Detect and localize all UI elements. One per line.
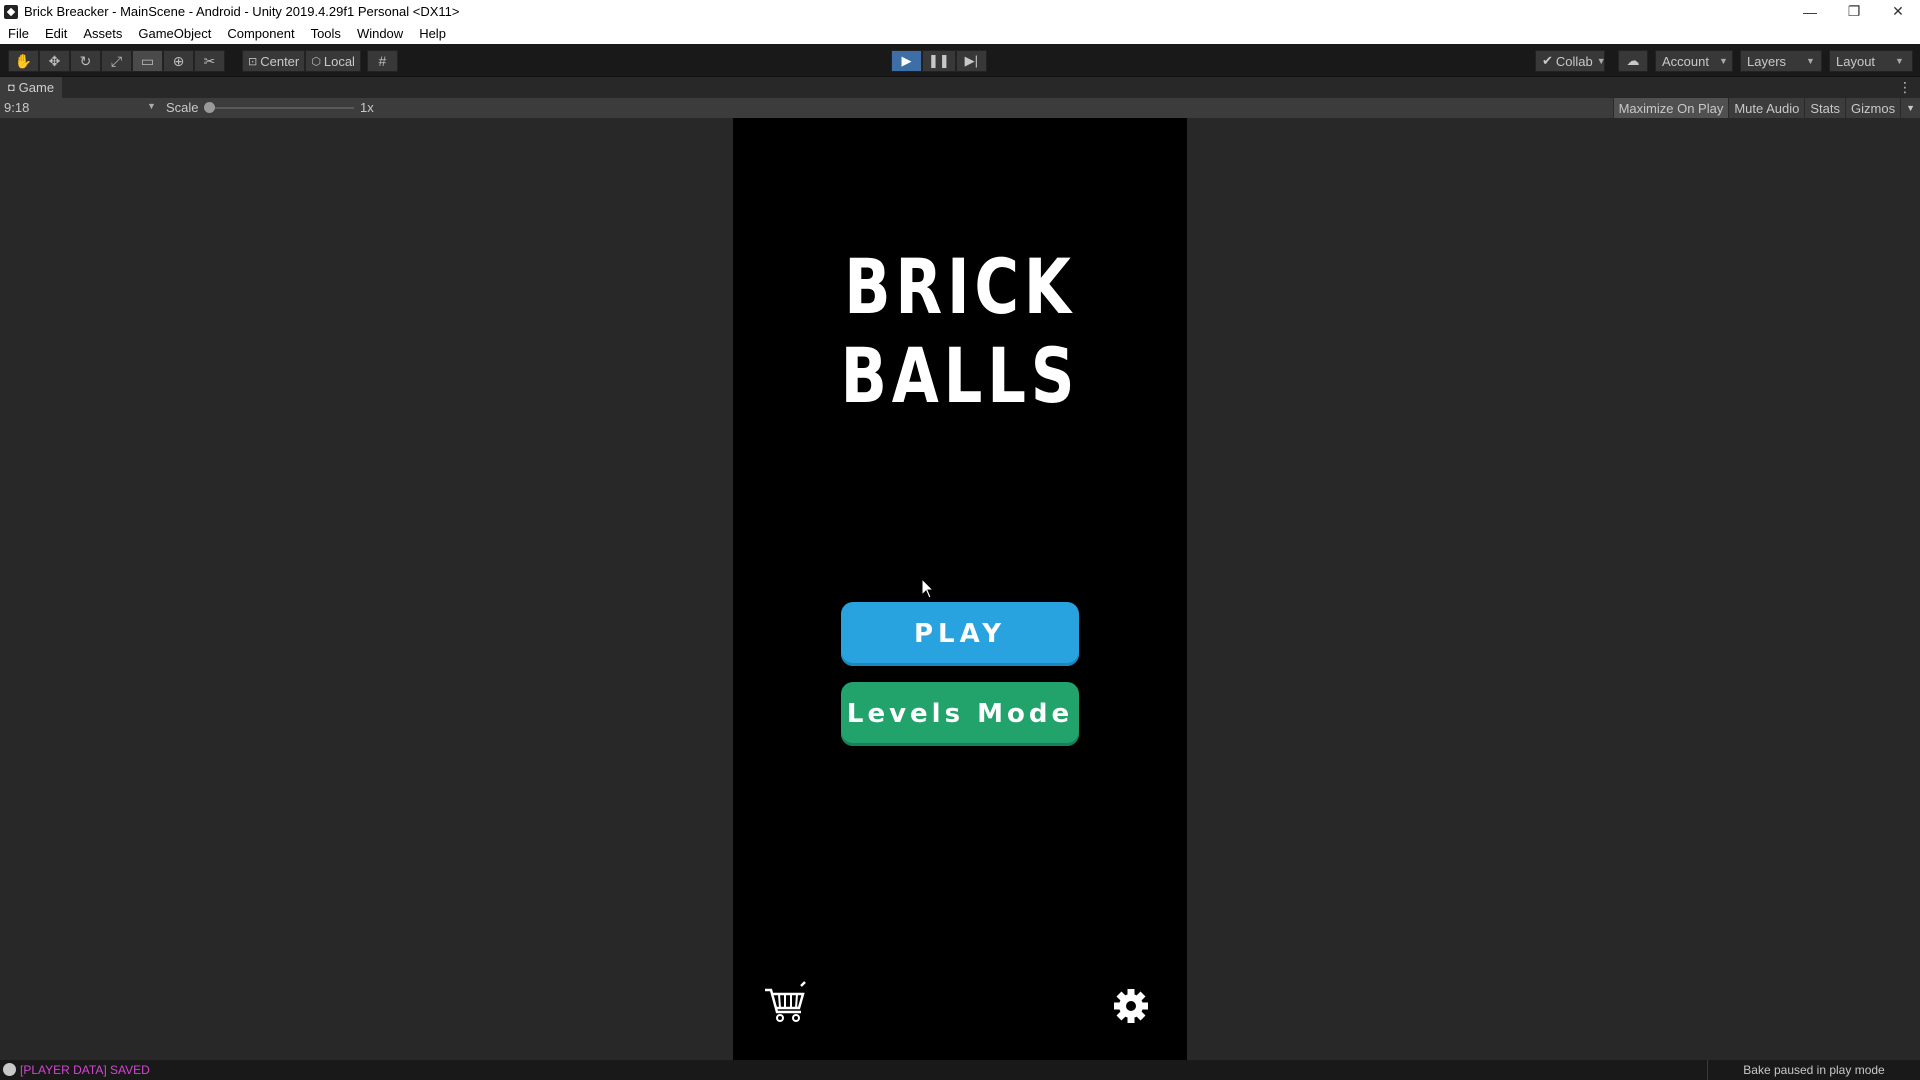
title-bar: Brick Breacker - MainScene - Android - U… — [0, 0, 1920, 23]
grid-icon: # — [378, 53, 387, 69]
scale-slider-handle[interactable] — [204, 102, 215, 113]
playback-controls: ▶ ❚❚ ▶| — [891, 50, 987, 72]
levels-mode-button[interactable]: Levels Mode — [841, 682, 1079, 746]
step-icon: ▶| — [964, 53, 978, 68]
account-dropdown[interactable]: Account ▼ — [1655, 50, 1733, 72]
menu-bar: File Edit Assets GameObject Component To… — [0, 23, 1920, 44]
collab-label: Collab — [1555, 53, 1593, 69]
tab-game-label: Game — [18, 80, 55, 95]
pivot-local-button[interactable]: ⬡ Local — [305, 50, 361, 72]
hand-icon: ✋ — [14, 52, 33, 69]
close-button[interactable]: ✕ — [1876, 0, 1920, 23]
rect-tool-button[interactable]: ▭ — [132, 50, 163, 72]
step-button[interactable]: ▶| — [955, 50, 987, 72]
move-icon: ✥ — [48, 52, 61, 69]
pivot-mode-label: Center — [260, 53, 300, 69]
play-button[interactable]: ▶ — [891, 50, 922, 72]
rotate-icon: ↻ — [79, 52, 92, 69]
mouse-cursor-icon — [921, 578, 935, 599]
transform-tools: ✋ ✥ ↻ ⤢ ▭ ⊕ ✂ — [8, 50, 225, 72]
stats-button[interactable]: Stats — [1804, 98, 1845, 118]
game-view-options: Maximize On Play Mute Audio Stats Gizmos… — [1612, 98, 1920, 118]
settings-gear-icon[interactable] — [1113, 988, 1149, 1024]
cloud-icon: ☁ — [1626, 53, 1640, 68]
game-tab-bar: ◘ Game ⋮ — [0, 77, 1920, 98]
chevron-down-icon[interactable]: ▼ — [147, 101, 156, 111]
menu-help[interactable]: Help — [411, 23, 454, 44]
window-controls: — ❐ ✕ — [1788, 0, 1920, 23]
collab-dropdown[interactable]: ✔ Collab ▼ — [1535, 50, 1606, 72]
info-icon — [3, 1063, 16, 1076]
layers-label: Layers — [1747, 53, 1787, 69]
rect-icon: ▭ — [140, 52, 155, 69]
main-toolbar: ✋ ✥ ↻ ⤢ ▭ ⊕ ✂ ⊡ Center ⬡ Local # ▶ ❚❚ ▶| ✔… — [0, 44, 1920, 77]
custom-tool-icon: ✂ — [203, 52, 216, 69]
layers-dropdown[interactable]: Layers ▼ — [1740, 50, 1822, 72]
menu-edit[interactable]: Edit — [37, 23, 75, 44]
pivot-icon: ⊡ — [248, 55, 258, 68]
check-icon: ✔ — [1542, 53, 1553, 68]
rotate-tool-button[interactable]: ↻ — [70, 50, 101, 72]
custom-tool-button[interactable]: ✂ — [194, 50, 225, 72]
play-icon: ▶ — [901, 53, 912, 68]
unity-icon — [4, 4, 18, 19]
chevron-down-icon: ▼ — [1806, 56, 1815, 66]
game-title: BRICK BALLS — [840, 242, 1080, 420]
window-title: Brick Breacker - MainScene - Android - U… — [24, 4, 460, 19]
transform-icon: ⊕ — [172, 52, 185, 69]
more-options-icon[interactable]: ⋮ — [1898, 79, 1912, 96]
chevron-down-icon: ▼ — [1906, 103, 1915, 113]
local-icon: ⬡ — [311, 55, 321, 68]
pivot-controls: ⊡ Center ⬡ Local # — [242, 50, 398, 72]
account-label: Account — [1662, 53, 1709, 69]
pivot-center-button[interactable]: ⊡ Center — [242, 50, 306, 72]
tab-game[interactable]: ◘ Game — [0, 77, 63, 98]
maximize-on-play-button[interactable]: Maximize On Play — [1612, 98, 1729, 118]
game-view: BRICK BALLS PLAY Levels Mode — [0, 118, 1920, 1060]
layout-dropdown[interactable]: Layout ▼ — [1829, 50, 1913, 72]
gizmos-button[interactable]: Gizmos — [1845, 98, 1900, 118]
chevron-down-icon: ▼ — [1718, 56, 1728, 66]
shopping-cart-icon[interactable] — [763, 980, 807, 1024]
move-tool-button[interactable]: ✥ — [39, 50, 70, 72]
chevron-down-icon: ▼ — [1895, 56, 1904, 66]
pause-button[interactable]: ❚❚ — [922, 50, 956, 72]
gamepad-icon: ◘ — [8, 81, 15, 94]
console-log-message[interactable]: [PLAYER DATA] SAVED — [20, 1063, 150, 1077]
pause-icon: ❚❚ — [928, 53, 950, 68]
game-control-bar: 9:18 ▼ Scale 1x Maximize On Play Mute Au… — [0, 98, 1920, 118]
play-game-button[interactable]: PLAY — [841, 602, 1079, 666]
gizmos-dropdown[interactable]: ▼ — [1900, 98, 1920, 118]
scale-label: Scale — [166, 100, 199, 115]
menu-window[interactable]: Window — [349, 23, 411, 44]
game-screen[interactable]: BRICK BALLS PLAY Levels Mode — [733, 118, 1187, 1060]
hand-tool-button[interactable]: ✋ — [8, 50, 39, 72]
aspect-dropdown[interactable]: 9:18 — [4, 100, 29, 115]
grid-snap-button[interactable]: # — [366, 50, 398, 72]
menu-gameobject[interactable]: GameObject — [130, 23, 219, 44]
minimize-button[interactable]: — — [1788, 0, 1832, 23]
menu-file[interactable]: File — [0, 23, 37, 44]
scale-slider[interactable] — [209, 107, 354, 109]
restore-button[interactable]: ❐ — [1832, 0, 1876, 23]
menu-tools[interactable]: Tools — [303, 23, 349, 44]
scale-value: 1x — [360, 100, 374, 115]
transform-tool-button[interactable]: ⊕ — [163, 50, 194, 72]
chevron-down-icon: ▼ — [1596, 56, 1606, 66]
layout-label: Layout — [1836, 53, 1876, 69]
status-bar: [PLAYER DATA] SAVED Bake paused in play … — [0, 1060, 1920, 1080]
mute-audio-button[interactable]: Mute Audio — [1728, 98, 1804, 118]
menu-assets[interactable]: Assets — [75, 23, 130, 44]
cloud-button[interactable]: ☁ — [1618, 50, 1648, 72]
bake-status: Bake paused in play mode — [1707, 1060, 1920, 1080]
scale-icon: ⤢ — [110, 52, 123, 69]
pivot-rotation-label: Local — [323, 53, 355, 69]
scale-tool-button[interactable]: ⤢ — [101, 50, 132, 72]
unity-editor-window: Brick Breacker - MainScene - Android - U… — [0, 0, 1920, 1080]
menu-component[interactable]: Component — [219, 23, 302, 44]
